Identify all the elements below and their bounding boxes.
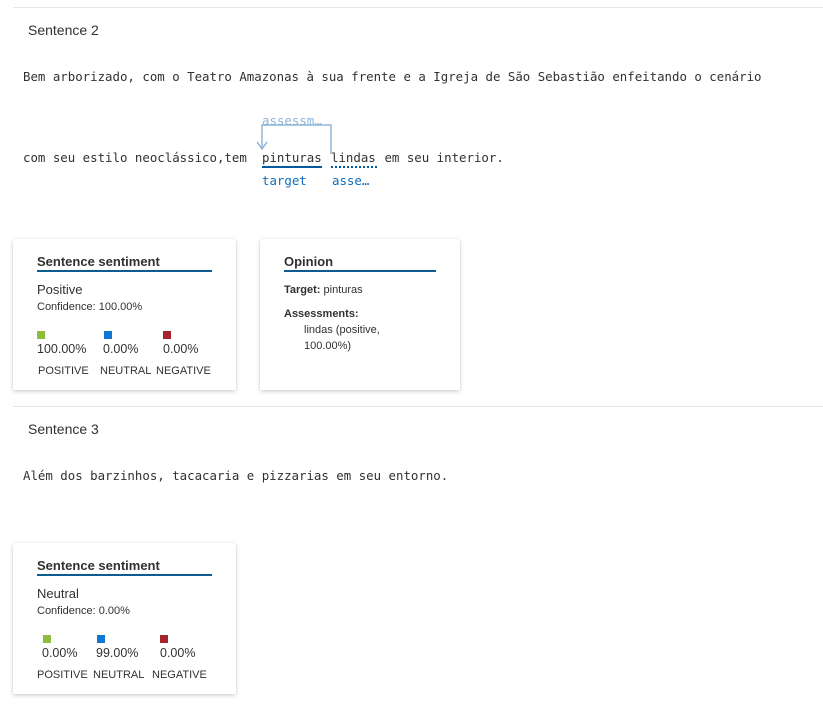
sentence-3-title: Sentence 3 (28, 421, 99, 437)
sentence-2-line-2-prefix: com seu estilo neoclássico,tem (23, 150, 255, 165)
opinion-assessments-label: Assessments: (284, 308, 359, 320)
sentence-2-sentiment-card: Sentence sentiment Positive Confidence: … (13, 239, 236, 390)
sentiment-label: Neutral (37, 586, 79, 601)
sentence-2-title: Sentence 2 (28, 22, 99, 38)
neutral-swatch (97, 635, 105, 643)
negative-category: NEGATIVE (152, 669, 207, 681)
confidence-text: Confidence: 100.00% (37, 301, 143, 313)
opinion-assessment-line-1: lindas (positive, (304, 324, 380, 336)
opinion-heading: Opinion (284, 254, 334, 269)
negative-swatch (163, 331, 171, 339)
assessment-underline (331, 166, 377, 168)
neutral-category: NEUTRAL (100, 365, 152, 377)
opinion-target-value: pinturas (323, 284, 363, 296)
negative-swatch (160, 635, 168, 643)
confidence-text: Confidence: 0.00% (37, 605, 130, 617)
neutral-score: 99.00% (96, 646, 139, 660)
positive-category: POSITIVE (38, 365, 89, 377)
card-heading: Sentence sentiment (37, 558, 160, 573)
negative-category: NEGATIVE (156, 365, 211, 377)
assessment-tag[interactable]: asse… (332, 173, 369, 188)
opinion-target-label: Target: (284, 284, 321, 296)
positive-swatch (43, 635, 51, 643)
opinion-assessment-line-2: 100.00%) (304, 340, 352, 352)
top-divider (13, 7, 823, 8)
positive-swatch (37, 331, 45, 339)
card-heading: Sentence sentiment (37, 254, 160, 269)
relation-label[interactable]: assessm… (262, 113, 322, 128)
target-token[interactable]: pinturas (262, 150, 322, 165)
card-heading-rule (37, 270, 212, 272)
target-underline (262, 166, 322, 168)
sentence-2-line-2-suffix: em seu interior. (377, 150, 504, 165)
opinion-heading-rule (284, 270, 436, 272)
opinion-target-line: Target: pinturas (284, 284, 363, 296)
sentence-3-line-1: Além dos barzinhos, tacacaria e pizzaria… (23, 468, 449, 483)
negative-score: 0.00% (163, 342, 199, 356)
sentence-2-line-1: Bem arborizado, com o Teatro Amazonas à … (23, 69, 762, 84)
assessment-token[interactable]: lindas (331, 150, 376, 165)
neutral-category: NEUTRAL (93, 669, 145, 681)
section-divider (13, 406, 823, 407)
positive-category: POSITIVE (37, 669, 88, 681)
positive-score: 100.00% (37, 342, 87, 356)
sentiment-label: Positive (37, 282, 83, 297)
positive-score: 0.00% (42, 646, 78, 660)
card-heading-rule (37, 574, 212, 576)
opinion-card: Opinion Target: pinturas Assessments: li… (260, 239, 460, 390)
neutral-swatch (104, 331, 112, 339)
sentence-3-sentiment-card: Sentence sentiment Neutral Confidence: 0… (13, 543, 236, 694)
negative-score: 0.00% (160, 646, 196, 660)
target-tag[interactable]: target (262, 173, 307, 188)
neutral-score: 0.00% (103, 342, 139, 356)
